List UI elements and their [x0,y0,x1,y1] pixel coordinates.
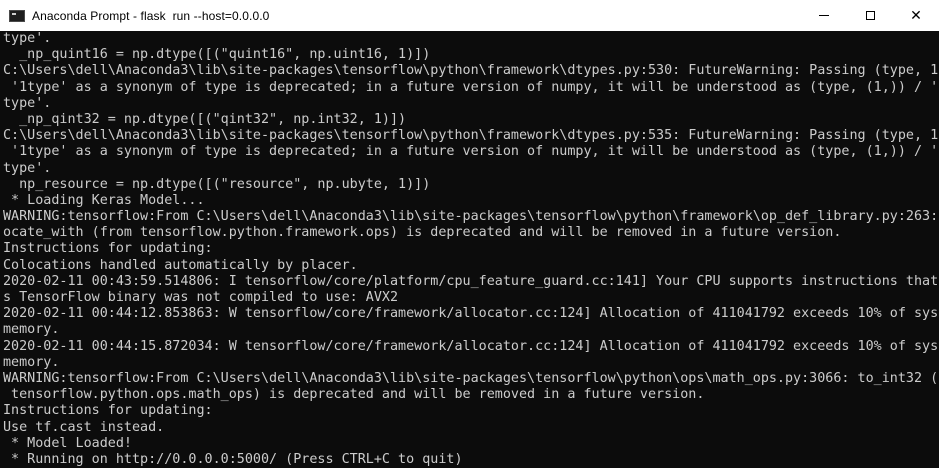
console-line: '1type' as a synonym of type is deprecat… [3,144,939,160]
console-line: 2020-02-11 00:44:12.853863: W tensorflow… [3,306,939,322]
anaconda-prompt-window: Anaconda Prompt - flask run --host=0.0.0… [0,0,939,468]
window-title: Anaconda Prompt - flask run --host=0.0.0… [32,8,270,23]
console-line: memory. [3,354,60,370]
console-line: WARNING:tensorflow:From C:\Users\dell\An… [3,370,939,386]
console-line: _np_quint16 = np.dtype([("quint16", np.u… [3,47,431,63]
console-app-icon [9,9,25,22]
console-line: * Loading Keras Model... [3,192,205,208]
console-line: C:\Users\dell\Anaconda3\lib\site-package… [3,63,939,79]
console-line: memory. [3,322,60,338]
maximize-icon [865,11,875,20]
console-line: '1type' as a synonym of type is deprecat… [3,79,939,95]
console-line: ocate_with (from tensorflow.python.frame… [3,225,842,241]
console-line: Use tf.cast instead. [3,419,165,435]
console-line: * Model Loaded! [3,435,132,451]
title-bar[interactable]: Anaconda Prompt - flask run --host=0.0.0… [0,0,939,31]
console-line: 2020-02-11 00:44:15.872034: W tensorflow… [3,338,939,354]
console-line: Instructions for updating: [3,403,213,419]
window-controls: ✕ [801,0,939,31]
console-line: * Running on http://0.0.0.0:5000/ (Press… [3,451,463,467]
console-line: np_resource = np.dtype([("resource", np.… [3,176,431,192]
console-line: C:\Users\dell\Anaconda3\lib\site-package… [3,128,939,144]
minimize-icon [819,15,829,16]
console-line: Colocations handled automatically by pla… [3,257,358,273]
console-line: tensorflow.python.ops.math_ops) is depre… [3,387,705,403]
console-output[interactable]: type'. _np_quint16 = np.dtype([("quint16… [0,31,939,468]
console-line: 2020-02-11 00:43:59.514806: I tensorflow… [3,273,939,289]
console-line: Instructions for updating: [3,241,213,257]
console-line: type'. [3,160,52,176]
maximize-button[interactable] [847,0,893,31]
console-line: _np_qint32 = np.dtype([("qint32", np.int… [3,111,407,127]
close-button[interactable]: ✕ [893,0,939,31]
console-line: s TensorFlow binary was not compiled to … [3,290,399,305]
minimize-button[interactable] [801,0,847,31]
close-icon: ✕ [910,7,922,24]
console-line: WARNING:tensorflow:From C:\Users\dell\An… [3,209,939,225]
console-line: type'. [3,31,52,46]
console-line: type'. [3,95,52,111]
